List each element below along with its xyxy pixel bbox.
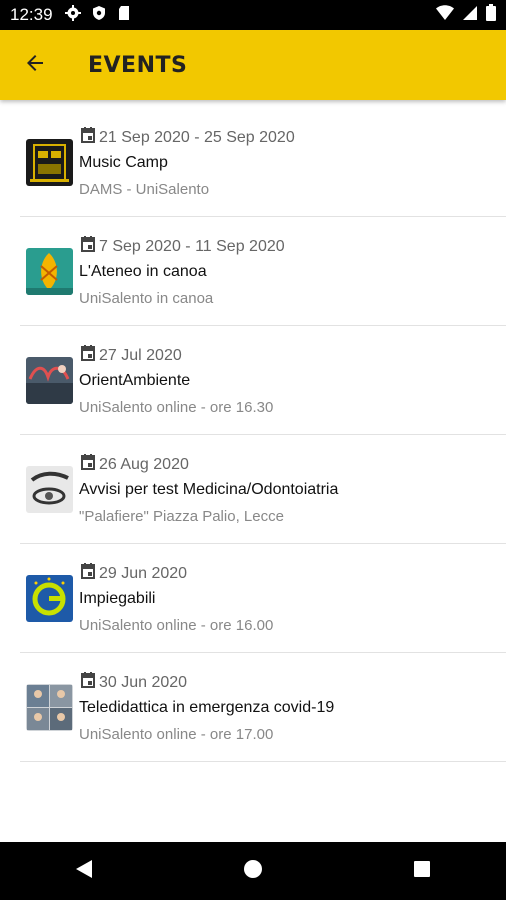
event-date: 30 Jun 2020: [99, 673, 188, 691]
event-title: OrientAmbiente: [79, 372, 191, 389]
event-thumbnail: [26, 683, 73, 731]
event-thumbnail: [26, 138, 73, 186]
event-title: L'Ateneo in canoa: [79, 263, 207, 280]
event-location: UniSalento online - ore 16.00: [79, 617, 274, 634]
event-thumbnail: [26, 574, 73, 622]
system-nav-bar: [0, 842, 506, 900]
status-bar: 12:39: [0, 0, 506, 30]
calendar-icon: [79, 344, 97, 367]
list-item[interactable]: 29 Jun 2020 Impiegabili UniSalento onlin…: [20, 544, 506, 653]
event-location: UniSalento in canoa: [79, 290, 214, 307]
nav-recents-button[interactable]: [392, 842, 452, 900]
signal-icon: [462, 5, 478, 26]
shield-icon: [91, 5, 107, 26]
nav-home-button[interactable]: [223, 842, 283, 900]
list-item[interactable]: 26 Aug 2020 Avvisi per test Medicina/Odo…: [20, 435, 506, 544]
page-title: EVENTS: [88, 52, 188, 78]
calendar-icon: [79, 453, 97, 476]
event-location: "Palafiere" Piazza Palio, Lecce: [79, 508, 284, 525]
event-date: 26 Aug 2020: [99, 455, 189, 473]
back-button[interactable]: [0, 30, 70, 100]
list-item[interactable]: 27 Jul 2020 OrientAmbiente UniSalento on…: [20, 326, 506, 435]
list-item[interactable]: 7 Sep 2020 - 11 Sep 2020 L'Ateneo in can…: [20, 217, 506, 326]
event-date: 21 Sep 2020 - 25 Sep 2020: [99, 128, 295, 146]
event-date: 7 Sep 2020 - 11 Sep 2020: [99, 237, 285, 255]
app-bar: EVENTS: [0, 30, 506, 100]
calendar-icon: [79, 126, 97, 149]
event-title: Teledidattica in emergenza covid-19: [79, 699, 335, 716]
recents-square-icon: [412, 859, 432, 884]
event-title: Impiegabili: [79, 590, 156, 607]
event-date: 27 Jul 2020: [99, 346, 182, 364]
wifi-icon: [436, 4, 454, 26]
event-location: UniSalento online - ore 16.30: [79, 399, 274, 416]
event-thumbnail: [26, 465, 73, 513]
event-title: Avvisi per test Medicina/Odontoiatria: [79, 481, 339, 498]
nav-back-button[interactable]: [54, 842, 114, 900]
event-thumbnail: [26, 247, 73, 295]
gear-icon: [64, 4, 81, 26]
back-triangle-icon: [74, 859, 94, 884]
event-location: DAMS - UniSalento: [79, 181, 210, 198]
arrow-left-icon: [23, 51, 47, 80]
event-location: UniSalento online - ore 17.00: [79, 726, 274, 743]
event-thumbnail: [26, 356, 73, 404]
home-circle-icon: [243, 859, 263, 884]
calendar-icon: [79, 671, 97, 694]
sd-card-icon: [117, 5, 131, 26]
calendar-icon: [79, 562, 97, 585]
status-time: 12:39: [10, 5, 53, 24]
event-date: 29 Jun 2020: [99, 564, 188, 582]
list-item[interactable]: 21 Sep 2020 - 25 Sep 2020 Music Camp DAM…: [20, 108, 506, 217]
battery-icon: [486, 4, 496, 26]
calendar-icon: [79, 235, 97, 258]
list-item[interactable]: 30 Jun 2020 Teledidattica in emergenza c…: [20, 653, 506, 762]
event-title: Music Camp: [79, 154, 168, 171]
events-list: 21 Sep 2020 - 25 Sep 2020 Music Camp DAM…: [20, 108, 506, 762]
